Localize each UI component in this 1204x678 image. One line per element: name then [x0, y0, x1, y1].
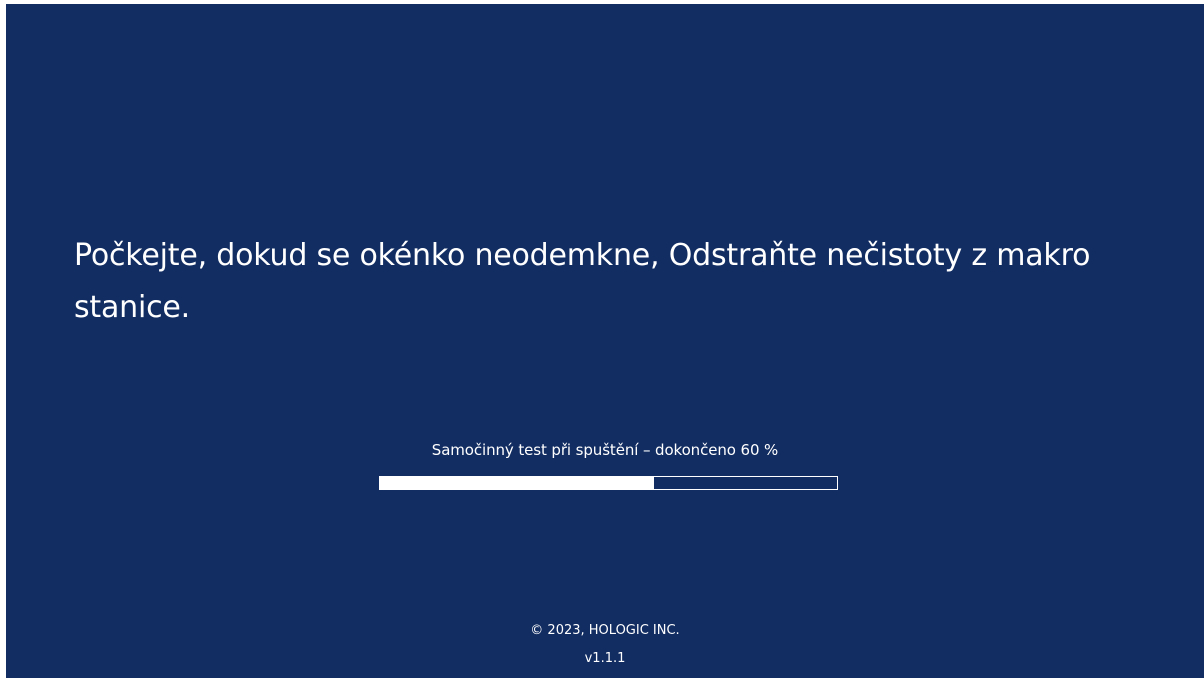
self-test-progress: Samočinný test při spuštění – dokončeno … — [6, 440, 1204, 490]
footer: © 2023, HOLOGIC INC. v1.1.1 — [6, 622, 1204, 668]
progress-bar — [379, 476, 838, 490]
status-message: Počkejte, dokud se okénko neodemkne, Ods… — [74, 238, 1091, 325]
copyright-text: © 2023, HOLOGIC INC. — [530, 623, 680, 638]
version-text: v1.1.1 — [584, 651, 626, 666]
progress-bar-fill — [380, 477, 655, 489]
progress-label: Samočinný test při spuštění – dokončeno … — [431, 441, 779, 459]
startup-screen: Počkejte, dokud se okénko neodemkne, Ods… — [6, 4, 1204, 678]
